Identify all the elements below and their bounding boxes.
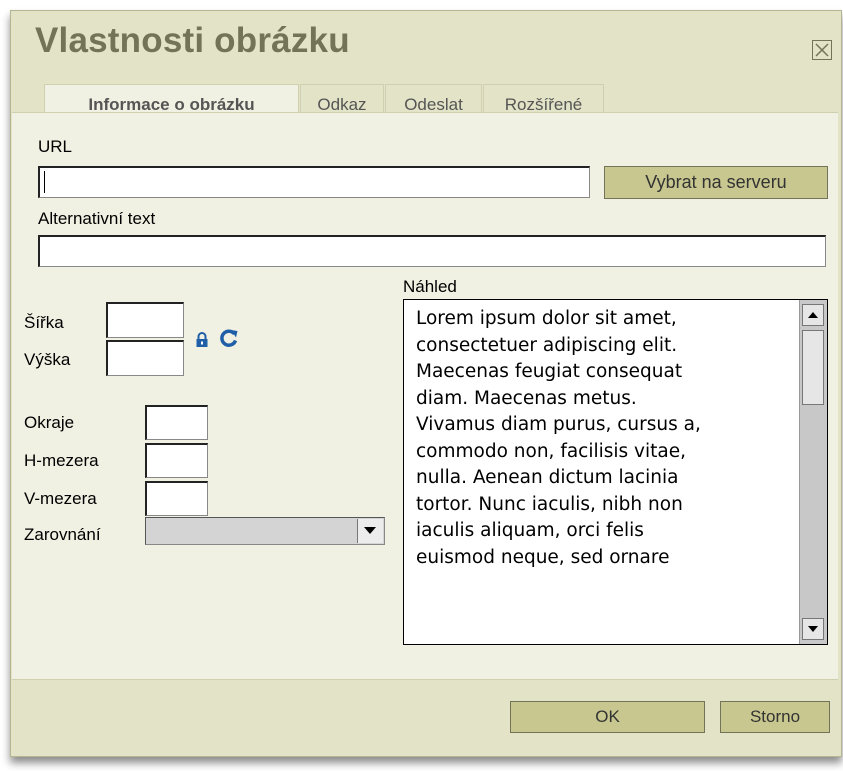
preview-line: tortor. Nunc iaculis, nibh non — [416, 493, 683, 515]
align-select[interactable] — [145, 517, 385, 545]
preview-line: Vivamus diam purus, cursus a, — [416, 414, 701, 435]
alt-text-label: Alternativní text — [38, 209, 156, 228]
align-label: Zarovnání — [24, 525, 101, 544]
width-label: Šířka — [24, 313, 64, 332]
border-input[interactable] — [145, 405, 208, 440]
dialog-title: Vlastnosti obrázku — [35, 21, 350, 60]
vspace-input[interactable] — [145, 481, 208, 516]
lock-icon[interactable] — [195, 332, 209, 348]
cancel-button[interactable]: Storno — [720, 701, 830, 733]
preview-line: consectetuer adipiscing elit. — [416, 334, 678, 356]
scrollbar-thumb[interactable] — [802, 330, 824, 405]
height-label: Výška — [24, 350, 71, 369]
height-input[interactable] — [106, 340, 184, 376]
preview-scrollbar[interactable] — [799, 300, 827, 644]
hspace-label: H-mezera — [24, 451, 99, 470]
text-caret — [44, 171, 45, 193]
preview-line: iaculis aliquam, orci felis — [416, 520, 644, 541]
preview-line: Maecenas feugiat consequat — [416, 361, 683, 382]
hspace-input[interactable] — [145, 443, 208, 478]
scroll-down-button[interactable] — [802, 618, 824, 640]
url-input[interactable] — [38, 166, 590, 198]
width-input[interactable] — [106, 302, 184, 338]
reset-size-icon[interactable] — [219, 328, 239, 348]
preview-label: Náhled — [403, 277, 457, 296]
border-label: Okraje — [24, 413, 75, 432]
preview-line: diam. Maecenas metus. — [416, 387, 637, 409]
dialog-footer — [12, 679, 838, 745]
ok-button[interactable]: OK — [510, 701, 705, 733]
close-icon[interactable] — [812, 40, 832, 60]
preview-box: Lorem ipsum dolor sit amet, consectetuer… — [403, 299, 828, 645]
vspace-label: V-mezera — [24, 489, 97, 508]
preview-line: nulla. Aenean dictum lacinia — [416, 467, 679, 488]
preview-line: commodo non, facilisis vitae, — [416, 440, 687, 462]
preview-line: Lorem ipsum dolor sit amet, — [416, 308, 677, 329]
chevron-down-icon[interactable] — [357, 519, 383, 543]
preview-line: euismod neque, sed ornare — [416, 546, 670, 568]
preview-text: Lorem ipsum dolor sit amet, consectetuer… — [416, 306, 796, 571]
browse-server-button[interactable]: Vybrat na serveru — [604, 166, 828, 199]
scroll-up-button[interactable] — [802, 304, 824, 326]
alt-text-input[interactable] — [38, 235, 826, 267]
url-label: URL — [38, 137, 73, 156]
